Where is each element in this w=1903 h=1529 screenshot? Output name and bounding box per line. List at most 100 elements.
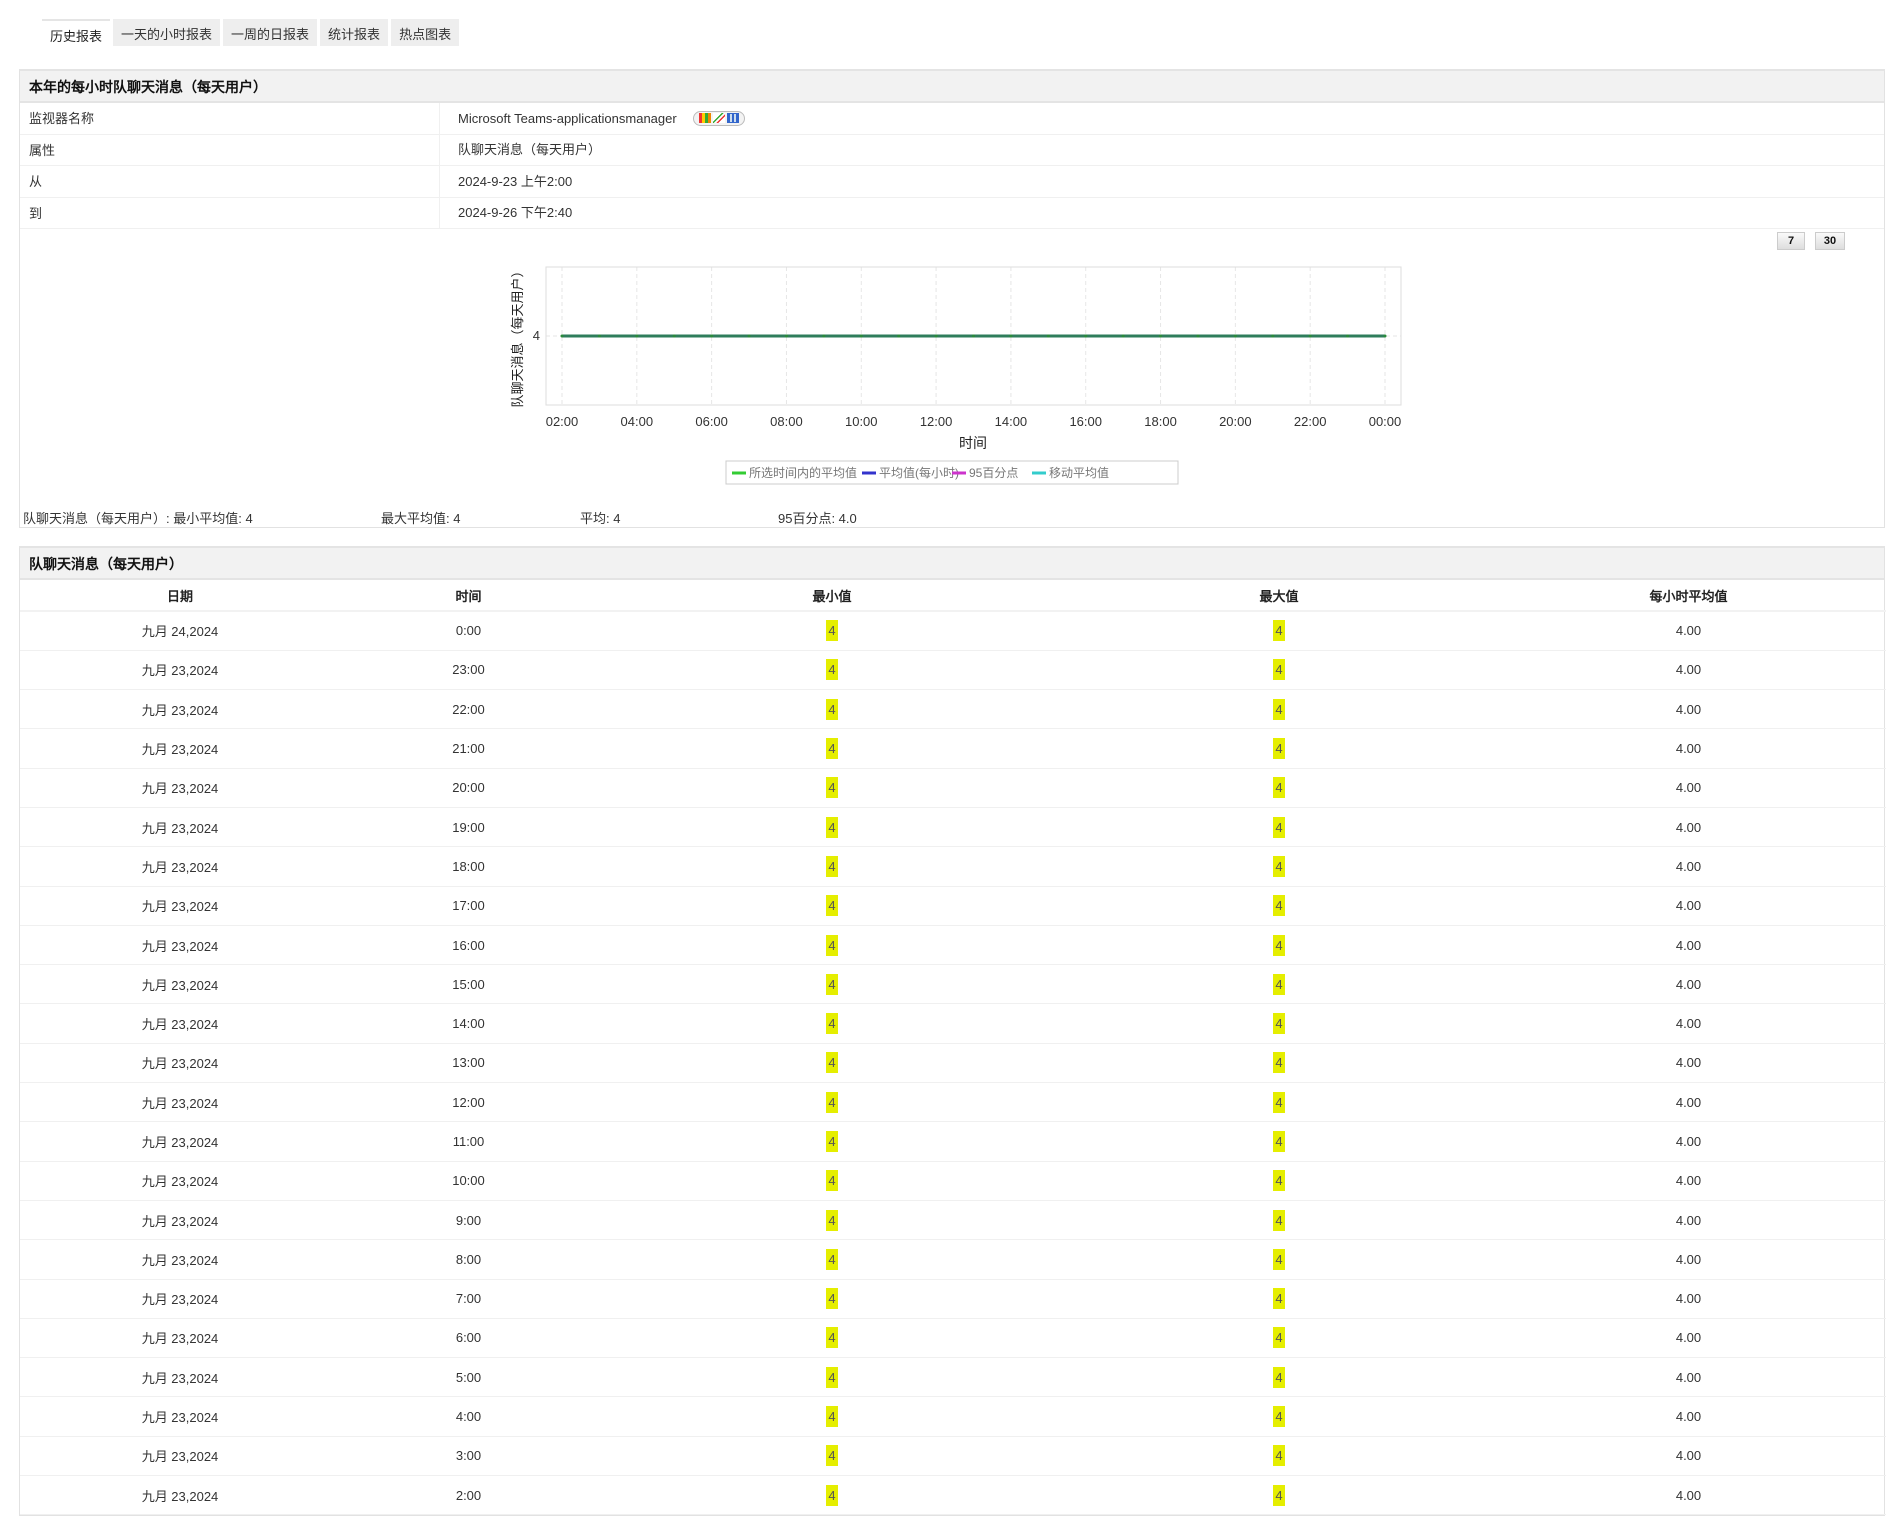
cell-value: 4: [1273, 895, 1285, 917]
cell-time: 5:00: [340, 1357, 597, 1398]
cell-value: 九月 23,2024: [141, 1331, 219, 1347]
x-tick-label: 16:00: [1069, 414, 1102, 429]
cell-value: 九月 23,2024: [141, 742, 219, 758]
info-row-to: 到 2024-9-26 下午2:40: [20, 197, 1884, 229]
cell-max: 4: [1067, 964, 1491, 1005]
data-point: [1009, 334, 1013, 338]
cell-time: 22:00: [340, 689, 597, 730]
info-label: 监视器名称: [20, 103, 440, 134]
report-tabs: 历史报表 一天的小时报表 一周的日报表 统计报表 热点图表: [42, 19, 460, 46]
info-value: 2024-9-26 下午2:40: [458, 205, 573, 221]
info-label: 到: [20, 197, 440, 228]
cell-min: 4: [597, 1436, 1067, 1477]
table-row: 九月 23,2024 18:00 4 4 4.00: [20, 846, 1886, 887]
cell-max: 4: [1067, 1121, 1491, 1162]
cell-value: 九月 23,2024: [141, 1252, 219, 1268]
cell-value: 九月 23,2024: [141, 820, 219, 836]
cell-hourly-avg: 4.00: [1491, 1200, 1886, 1241]
column-header-date: 日期: [20, 580, 340, 612]
cell-value: 4: [1273, 1170, 1285, 1192]
legend-item: 所选时间内的平均值: [749, 465, 857, 480]
tab-daily-hourly-report[interactable]: 一天的小时报表: [113, 19, 221, 46]
cell-value: 4: [826, 620, 838, 642]
cell-value: 4: [826, 1248, 838, 1270]
cell-date: 九月 23,2024: [20, 807, 340, 848]
cell-min: 4: [597, 611, 1067, 651]
tab-statistics-report[interactable]: 统计报表: [320, 19, 389, 46]
table-icon[interactable]: [726, 113, 739, 124]
cell-time: 11:00: [340, 1121, 597, 1162]
cell-min: 4: [597, 1475, 1067, 1516]
data-point: [1233, 334, 1237, 338]
cell-value: 4: [1273, 973, 1285, 995]
cell-value: 4: [1273, 1445, 1285, 1467]
cell-value: 九月 23,2024: [141, 899, 219, 915]
cell-time: 20:00: [340, 768, 597, 808]
cell-max: 4: [1067, 1082, 1491, 1123]
cell-date: 九月 23,2024: [20, 1475, 340, 1516]
cell-hourly-avg: 4.00: [1491, 807, 1886, 848]
cell-value: 九月 23,2024: [141, 977, 219, 993]
cell-value: 九月 23,2024: [141, 1410, 219, 1426]
tab-weekly-daily-report[interactable]: 一周的日报表: [223, 19, 318, 46]
line-chart-icon[interactable]: [712, 113, 725, 124]
cell-value: 九月 23,2024: [141, 1488, 219, 1504]
cell-min: 4: [597, 886, 1067, 926]
cell-date: 九月 23,2024: [20, 650, 340, 691]
cell-value: 4: [826, 855, 838, 877]
cell-value: 4.00: [1675, 1330, 1702, 1346]
cell-value: 4.00: [1675, 1134, 1702, 1149]
cell-max: 4: [1067, 1003, 1491, 1044]
cell-value: 4: [1273, 1013, 1285, 1035]
table-row: 九月 23,2024 2:00 4 4 4.00: [20, 1475, 1886, 1516]
legend-item: 平均值(每小时): [879, 465, 959, 480]
cell-value: 4.00: [1675, 780, 1702, 796]
cell-hourly-avg: 4.00: [1491, 1239, 1886, 1280]
table-row: 九月 23,2024 20:00 4 4 4.00: [20, 768, 1886, 808]
x-tick-label: 20:00: [1219, 414, 1252, 429]
cell-hourly-avg: 4.00: [1491, 1436, 1886, 1477]
tab-hotspot-chart[interactable]: 热点图表: [391, 19, 460, 46]
stat-95th-percentile: 95百分点: 4.0: [778, 511, 857, 526]
x-tick-label: 02:00: [546, 414, 579, 429]
cell-min: 4: [597, 650, 1067, 691]
cell-hourly-avg: 4.00: [1491, 689, 1886, 730]
cell-time: 6:00: [340, 1318, 597, 1359]
cell-value: 11:00: [452, 1134, 485, 1149]
cell-hourly-avg: 4.00: [1491, 1121, 1886, 1162]
x-tick-label: 00:00: [1369, 414, 1402, 429]
table-row: 九月 23,2024 19:00 4 4 4.00: [20, 807, 1886, 848]
cell-value: 4: [826, 895, 838, 917]
range-30-days-button[interactable]: 30: [1815, 232, 1845, 250]
cell-max: 4: [1067, 1475, 1491, 1516]
table-row: 九月 24,2024 0:00 4 4 4.00: [20, 611, 1886, 651]
hourly-data-table: 日期 时间 最小值 最大值 每小时平均值 九月 24,2024 0:00 4 4 4.0…: [20, 580, 1886, 1516]
cell-value: 4: [1273, 777, 1285, 799]
range-7-days-button[interactable]: 7: [1777, 232, 1805, 250]
cell-date: 九月 23,2024: [20, 886, 340, 926]
cell-min: 4: [597, 925, 1067, 966]
cell-value: 九月 23,2024: [141, 1213, 219, 1229]
cell-value: 4: [826, 738, 838, 760]
chart-legend: 所选时间内的平均值 平均值(每小时) 95百分点 移动平均值: [725, 460, 1179, 485]
cell-value: 4: [826, 816, 838, 838]
cell-value: 九月 23,2024: [141, 1174, 219, 1190]
bar-chart-icon[interactable]: [698, 113, 711, 124]
cell-value: 4.00: [1675, 976, 1702, 992]
y-tick-label: 4: [533, 328, 540, 343]
column-header-hourly-avg: 每小时平均值: [1491, 580, 1886, 612]
cell-hourly-avg: 4.00: [1491, 1043, 1886, 1084]
cell-value: 8:00: [455, 1251, 482, 1267]
data-point: [635, 334, 639, 338]
cell-min: 4: [597, 1318, 1067, 1359]
cell-date: 九月 23,2024: [20, 925, 340, 966]
cell-value: 九月 23,2024: [141, 781, 219, 797]
cell-value: 4.00: [1675, 741, 1702, 757]
cell-value: 4: [826, 1091, 838, 1113]
stat-max-avg: 最大平均值: 4: [381, 511, 461, 526]
column-header-time: 时间: [340, 580, 597, 612]
cell-max: 4: [1067, 1043, 1491, 1084]
cell-value: 4: [1273, 1484, 1285, 1506]
x-tick-label: 06:00: [695, 414, 728, 429]
tab-history-report[interactable]: 历史报表: [42, 19, 111, 46]
